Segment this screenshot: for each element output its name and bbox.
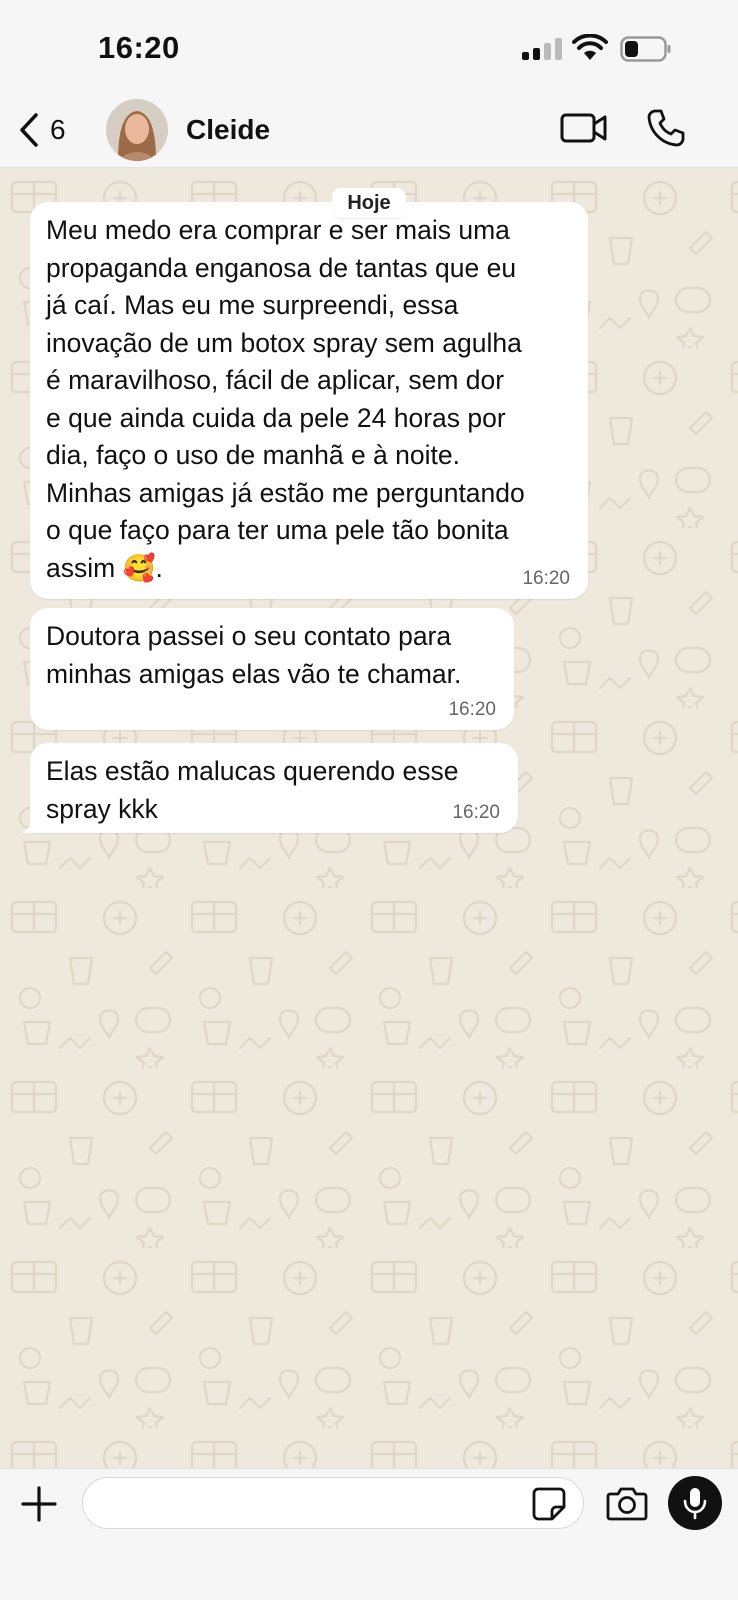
message-bubble[interactable]: Elas estão malucas querendo esse spray k…: [30, 743, 518, 833]
message-timestamp: 16:20: [448, 699, 496, 720]
sticker-icon[interactable]: [532, 1487, 566, 1521]
back-button[interactable]: 6: [18, 110, 66, 150]
phone-icon[interactable]: [646, 108, 686, 148]
avatar-photo: [106, 99, 168, 161]
message-bubble[interactable]: Meu medo era comprar e ser mais uma prop…: [30, 202, 588, 599]
status-time: 16:20: [98, 30, 180, 65]
message-timestamp: 16:20: [452, 802, 500, 823]
contact-name[interactable]: Cleide: [186, 114, 270, 146]
message-line: propaganda enganosa de tantas que eu: [46, 252, 517, 283]
camera-icon[interactable]: [606, 1484, 648, 1522]
battery-icon: [620, 36, 671, 62]
video-camera-icon[interactable]: [560, 110, 608, 146]
wifi-icon: [572, 34, 608, 60]
microphone-icon: [683, 1488, 707, 1520]
message-text: Doutora passei o seu contato para minhas…: [46, 618, 498, 693]
message-line: assim 🥰.: [46, 552, 163, 583]
message-line: dia, faço o uso de manhã e à noite.: [46, 440, 460, 470]
message-line: já caí. Mas eu me surpreendi, essa: [46, 290, 459, 320]
message-line: spray kkk: [46, 793, 158, 824]
message-line: inovação de um botox spray sem agulha: [46, 327, 522, 358]
date-separator: Hoje: [332, 188, 406, 218]
message-timestamp: 16:20: [522, 568, 570, 589]
chat-area[interactable]: Hoje Meu medo era comprar e ser mais uma…: [0, 168, 738, 1468]
cellular-signal-icon: [522, 38, 562, 60]
message-bubble[interactable]: Doutora passei o seu contato para minhas…: [30, 608, 514, 730]
message-input[interactable]: [82, 1477, 584, 1529]
message-line: e que ainda cuida da pele 24 horas por: [46, 402, 506, 433]
message-text: Elas estão malucas querendo esse spray k…: [46, 753, 502, 828]
message-line: minhas amigas elas vão te chamar.: [46, 658, 462, 689]
message-line: Elas estão malucas querendo esse: [46, 756, 459, 786]
message-line: Doutora passei o seu contato para: [46, 621, 452, 651]
message-line: Minhas amigas já estão me perguntando: [46, 477, 525, 508]
message-line: o que faço para ter uma pele tão bonita: [46, 515, 509, 545]
avatar[interactable]: [106, 99, 168, 161]
message-text: Meu medo era comprar e ser mais uma prop…: [46, 212, 572, 587]
chevron-left-icon: [20, 113, 38, 147]
message-line: Meu medo era comprar e ser mais uma: [46, 215, 510, 245]
message-input-bar: [0, 1468, 738, 1600]
microphone-button[interactable]: [668, 1476, 722, 1530]
unread-count: 6: [50, 114, 66, 145]
plus-icon[interactable]: [20, 1485, 58, 1523]
message-line: é maravilhoso, fácil de aplicar, sem dor: [46, 365, 505, 395]
chat-header: 6 Cleide: [0, 92, 738, 168]
status-bar: 16:20: [0, 0, 738, 92]
